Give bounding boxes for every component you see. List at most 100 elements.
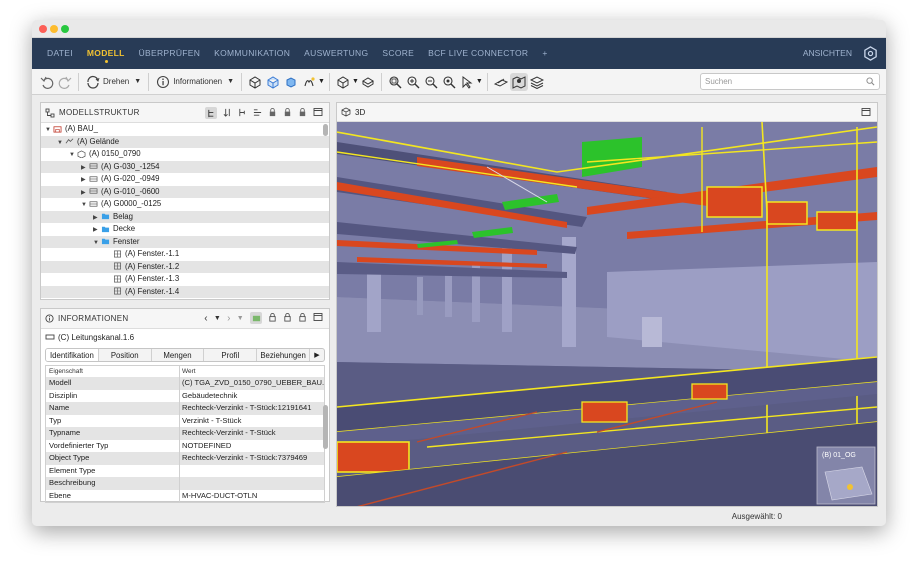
property-value: NOTDEFINED xyxy=(182,440,232,450)
search-input[interactable]: Suchen xyxy=(700,73,880,90)
maximize-window-button[interactable] xyxy=(61,25,69,33)
tab-beziehungen[interactable]: Beziehungen xyxy=(257,349,310,361)
history-dropdown-icon[interactable]: ▼ xyxy=(214,315,221,322)
tree-item[interactable]: ▶ (A) G-030_-1254 xyxy=(41,160,329,173)
tree-item[interactable]: ▼ (A) Gelände xyxy=(41,135,329,148)
tree-item[interactable]: ▶ (A) G-010_-0600 xyxy=(41,185,329,198)
tree-item[interactable]: ▼ Fenster xyxy=(41,235,329,248)
close-window-button[interactable] xyxy=(39,25,47,33)
rotate-dropdown[interactable]: Drehen ▼ xyxy=(83,72,144,92)
menu-auswertung[interactable]: AUSWERTUNG xyxy=(297,38,375,69)
select-box-icon[interactable] xyxy=(246,73,264,91)
property-row[interactable]: Element Type xyxy=(46,464,324,477)
lock-icon[interactable] xyxy=(268,312,277,324)
lock-icon[interactable] xyxy=(283,107,292,119)
properties-scrollbar[interactable] xyxy=(323,405,328,449)
tree-item[interactable]: ▼ (A) BAU_ xyxy=(41,123,329,136)
zoom-in-icon[interactable] xyxy=(404,73,422,91)
lock-icon[interactable] xyxy=(298,107,307,119)
property-row[interactable]: Name Rechteck-Verzinkt - T-Stück:12191641 xyxy=(46,402,324,415)
lock-icon[interactable] xyxy=(283,312,292,324)
property-value: (C) TGA_ZVD_0150_0790_UEBER_BAU... xyxy=(182,378,324,387)
tree-item-label: (A) G-020_-0949 xyxy=(101,174,160,183)
property-row[interactable]: Vordefinierter Typ NOTDEFINED xyxy=(46,439,324,452)
property-name: Typname xyxy=(46,427,180,440)
property-row[interactable]: Disziplin Gebäudetechnik xyxy=(46,389,324,402)
minimize-window-button[interactable] xyxy=(50,25,58,33)
tab-identifikation[interactable]: Identifikation xyxy=(46,349,99,361)
property-row[interactable]: Typ Verzinkt - T-Stück xyxy=(46,414,324,427)
hierarchy-view-icon[interactable] xyxy=(205,107,217,119)
cube-blue-icon[interactable] xyxy=(282,73,300,91)
chevron-down-icon[interactable]: ▼ xyxy=(476,78,483,85)
tree-item[interactable]: ▼ (A) 0150_0790 xyxy=(41,148,329,161)
property-row[interactable]: Ebene M-HVAC-DUCT-OTLN xyxy=(46,489,324,502)
cube-outline-icon[interactable] xyxy=(334,73,352,91)
menu-bcf-live-connector[interactable]: BCF LIVE CONNECTOR xyxy=(421,38,535,69)
isolate-box-icon[interactable] xyxy=(264,73,282,91)
menu-ansichten[interactable]: ANSICHTEN xyxy=(803,38,852,69)
undo-icon[interactable] xyxy=(38,73,56,91)
menu-modell[interactable]: MODELL xyxy=(80,38,132,69)
property-name: Ebene xyxy=(46,489,180,502)
tree-item-label: (A) Fenster.-1.2 xyxy=(125,261,180,271)
menu-score[interactable]: SCORE xyxy=(375,38,421,69)
zoom-out-icon[interactable] xyxy=(422,73,440,91)
redo-icon[interactable] xyxy=(56,73,74,91)
property-name: Beschreibung xyxy=(46,477,180,490)
menu-kommunikation[interactable]: KOMMUNIKATION xyxy=(207,38,297,69)
tree-item[interactable]: ▶ Decke xyxy=(41,223,329,236)
property-row[interactable]: Beschreibung xyxy=(46,477,324,490)
back-icon[interactable]: ‹ xyxy=(204,313,208,324)
property-value: Verzinkt - T-Stück xyxy=(182,415,242,425)
tree-item[interactable]: (A) Fenster.-1.4 xyxy=(41,285,329,298)
toolbar-divider xyxy=(328,72,330,91)
tab-position[interactable]: Position xyxy=(99,349,152,361)
tab-profil[interactable]: Profil xyxy=(204,349,258,361)
properties-tag-icon[interactable] xyxy=(250,312,262,324)
tabs-more-icon[interactable]: ▶ xyxy=(310,349,324,361)
sort-icon[interactable] xyxy=(223,108,232,119)
panel-window-icon[interactable] xyxy=(313,312,323,324)
box-section-icon[interactable] xyxy=(359,73,377,91)
app-window: DATEI MODELL ÜBERPRÜFEN KOMMUNIKATION AU… xyxy=(32,20,886,526)
3d-view-panel: 3D (B) 01_OG xyxy=(336,102,878,507)
property-row[interactable]: Modell (C) TGA_ZVD_0150_0790_UEBER_BAU... xyxy=(46,377,324,390)
tree-item[interactable]: (A) Fenster.-1.1 xyxy=(41,248,329,261)
hide-objects-icon[interactable] xyxy=(300,73,318,91)
tree-scrollbar[interactable] xyxy=(323,124,328,136)
add-tab-button[interactable]: + xyxy=(535,38,554,69)
model-structure-title: MODELLSTRUKTUR xyxy=(59,108,140,117)
panel-window-icon[interactable] xyxy=(313,107,323,119)
forward-icon[interactable]: › xyxy=(227,313,231,324)
info-dropdown[interactable]: Informationen ▼ xyxy=(153,72,237,92)
pointer-tool-icon[interactable] xyxy=(458,73,476,91)
tab-mengen[interactable]: Mengen xyxy=(152,349,205,361)
menu-ueberpruefen[interactable]: ÜBERPRÜFEN xyxy=(132,38,208,69)
history-dropdown-icon[interactable]: ▼ xyxy=(237,315,244,322)
zoom-fit-icon[interactable] xyxy=(386,73,404,91)
building-part-icon xyxy=(77,150,86,159)
section-plane-icon[interactable] xyxy=(492,73,510,91)
tree-item[interactable]: (A) Fenster.-1.2 xyxy=(41,260,329,273)
layers-icon[interactable] xyxy=(528,73,546,91)
filter-tree-icon[interactable] xyxy=(238,108,247,119)
title-bar xyxy=(32,20,886,38)
property-row[interactable]: Object Type Rechteck-Verzinkt - T-Stück:7… xyxy=(46,452,324,465)
tree-item[interactable]: ▶ Belag xyxy=(41,210,329,223)
zoom-selection-icon[interactable] xyxy=(440,73,458,91)
classification-icon[interactable] xyxy=(253,108,262,119)
menu-datei[interactable]: DATEI xyxy=(40,38,80,69)
chevron-down-icon[interactable]: ▼ xyxy=(352,78,359,85)
lock-icon[interactable] xyxy=(268,107,277,119)
information-title: INFORMATIONEN xyxy=(58,314,129,323)
tree-item[interactable]: ▼ (A) G0000_-0125 xyxy=(41,198,329,211)
map-pin-icon[interactable] xyxy=(509,72,528,91)
3d-viewport[interactable]: (B) 01_OG xyxy=(337,122,877,506)
tree-item[interactable]: ▶ (A) G-020_-0949 xyxy=(41,173,329,186)
lock-icon[interactable] xyxy=(298,312,307,324)
chevron-down-icon[interactable]: ▼ xyxy=(318,78,325,85)
panel-window-icon[interactable] xyxy=(861,107,871,117)
tree-item[interactable]: (A) Fenster.-1.3 xyxy=(41,273,329,286)
property-row[interactable]: Typname Rechteck-Verzinkt - T-Stück xyxy=(46,427,324,440)
